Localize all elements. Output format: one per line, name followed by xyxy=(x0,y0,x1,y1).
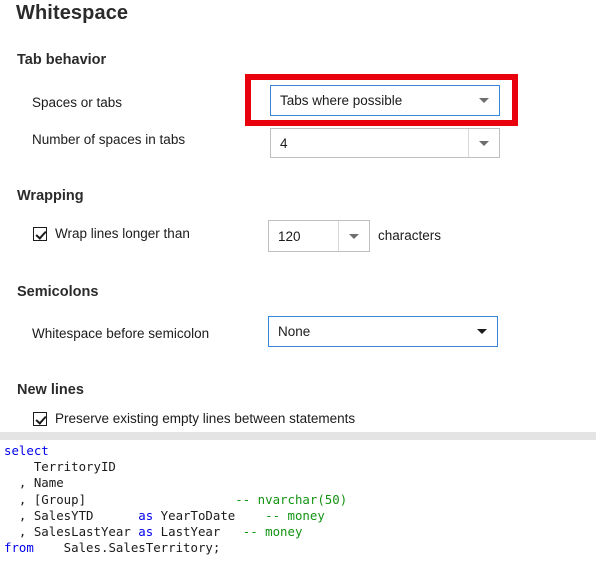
label-spaces-or-tabs: Spaces or tabs xyxy=(32,95,123,110)
wrap-length-value: 120 xyxy=(278,228,301,244)
code-token: from xyxy=(4,540,34,556)
preserve-empty-lines-label: Preserve existing empty lines between st… xyxy=(55,411,356,426)
code-token: as xyxy=(138,507,154,523)
code-line: , SalesLastYear as LastYear -- money xyxy=(4,524,596,540)
wrap-lines-label: Wrap lines longer than xyxy=(55,226,190,241)
page-title: Whitespace xyxy=(16,2,129,24)
code-token: TerritoryID xyxy=(4,459,116,475)
preserve-empty-lines-checkbox-row[interactable]: Preserve existing empty lines between st… xyxy=(33,411,355,426)
checkmark-icon[interactable] xyxy=(33,226,47,241)
section-heading-semicolons: Semicolons xyxy=(17,284,99,300)
label-whitespace-before-semicolon: Whitespace before semicolon xyxy=(32,326,210,341)
code-token: -- money xyxy=(242,524,303,540)
code-token: , [Group] xyxy=(4,491,236,507)
code-token: , SalesLastYear xyxy=(4,524,139,540)
preview-divider xyxy=(0,432,596,440)
checkmark-icon[interactable] xyxy=(33,411,47,426)
code-token: -- nvarchar(50) xyxy=(235,491,348,507)
code-token: as xyxy=(138,524,154,540)
spaces-or-tabs-dropdown[interactable]: Tabs where possible xyxy=(270,85,500,116)
section-heading-new-lines: New lines xyxy=(17,382,84,398)
code-line: , SalesYTD as YearToDate -- money xyxy=(4,508,596,524)
chevron-down-icon xyxy=(469,86,499,115)
chevron-down-icon xyxy=(467,317,497,346)
section-heading-wrapping: Wrapping xyxy=(17,188,84,204)
code-line: , Name xyxy=(4,475,596,491)
number-of-spaces-dropdown[interactable]: 4 xyxy=(270,128,500,158)
code-token: , SalesYTD xyxy=(4,507,139,523)
chevron-down-icon xyxy=(338,221,369,251)
whitespace-settings-pane: Whitespace Tab behavior Spaces or tabs T… xyxy=(0,0,596,432)
wrap-length-dropdown[interactable]: 120 xyxy=(268,220,370,252)
spaces-or-tabs-value: Tabs where possible xyxy=(280,93,403,108)
code-token: LastYear xyxy=(153,524,243,540)
whitespace-before-semicolon-value: None xyxy=(278,324,311,339)
wrap-lines-checkbox-row[interactable]: Wrap lines longer than xyxy=(33,226,190,241)
code-line: from Sales.SalesTerritory; xyxy=(4,540,596,556)
code-token: , Name xyxy=(4,475,64,491)
number-of-spaces-value: 4 xyxy=(280,135,288,151)
code-token: Sales.SalesTerritory; xyxy=(33,540,221,556)
code-token: YearToDate xyxy=(153,507,266,523)
whitespace-before-semicolon-dropdown[interactable]: None xyxy=(268,316,498,347)
code-line: TerritoryID xyxy=(4,459,596,475)
label-number-of-spaces-in-tabs: Number of spaces in tabs xyxy=(32,132,186,147)
code-line: select xyxy=(4,443,596,459)
chevron-down-icon xyxy=(468,129,499,157)
wrap-length-suffix-label: characters xyxy=(378,228,442,243)
code-token: select xyxy=(4,443,49,458)
code-token: -- money xyxy=(265,507,325,523)
code-line: , [Group] -- nvarchar(50) xyxy=(4,492,596,508)
sql-code-preview: select TerritoryID , Name , [Group] -- n… xyxy=(0,440,596,588)
section-heading-tab-behavior: Tab behavior xyxy=(17,52,107,68)
